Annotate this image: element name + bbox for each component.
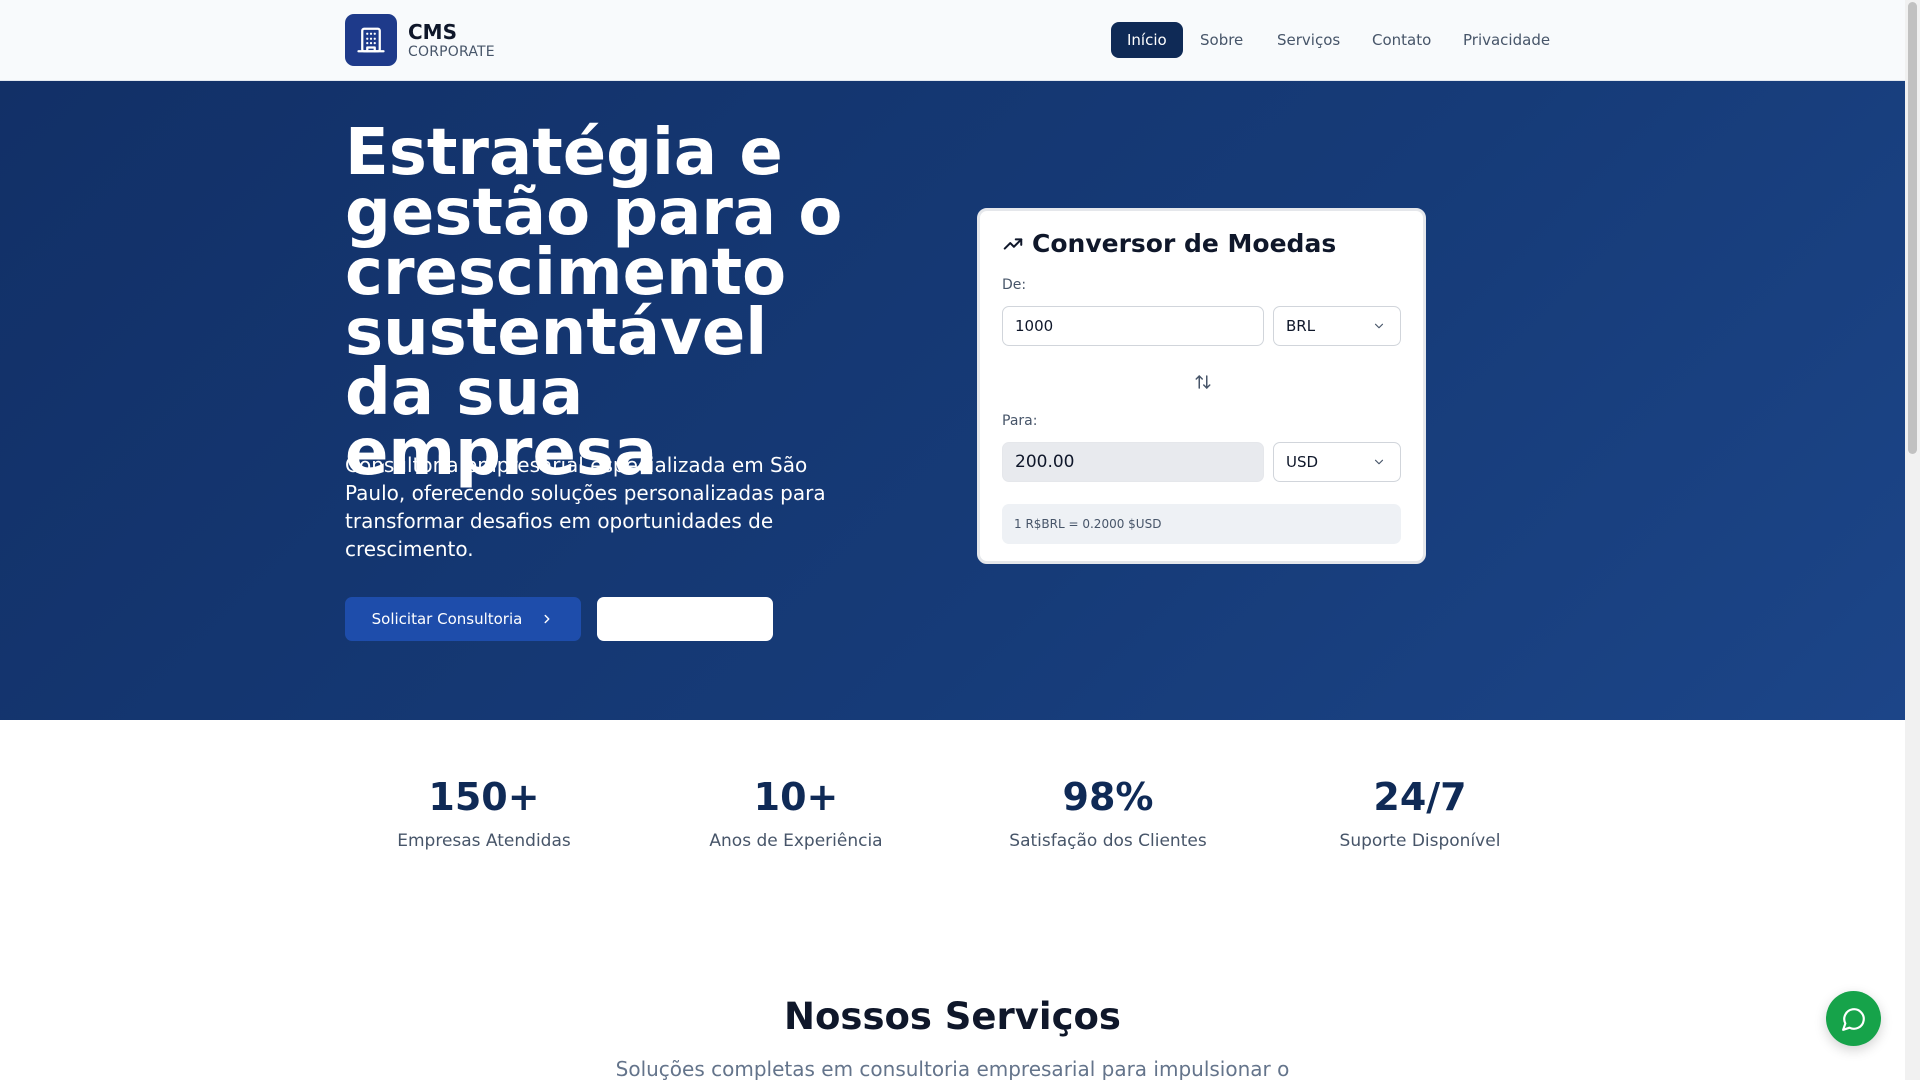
hero-title-line: crescimento — [345, 236, 787, 310]
stat-label: Suporte Disponível — [1339, 831, 1501, 851]
stat-value: 10+ — [753, 775, 839, 819]
hero-title-line: sustentável — [345, 296, 768, 370]
nav-item-servicos[interactable]: Serviços — [1261, 22, 1356, 58]
services-subtitle: Soluções completas em consultoria empres… — [615, 1057, 1290, 1080]
nav-item-inicio[interactable]: Início — [1111, 22, 1183, 58]
message-circle-icon — [1841, 1007, 1865, 1031]
stat-item: 10+ Anos de Experiência — [646, 775, 946, 851]
stat-item: 150+ Empresas Atendidas — [334, 775, 634, 851]
hero-section: Estratégia e gestão para o crescimento s… — [0, 81, 1905, 720]
site-header: CMS CORPORATE Início Sobre Serviços Cont… — [0, 0, 1905, 81]
swap-vertical-icon — [1195, 375, 1211, 389]
hero-description: Consultoria empresarial especializada em… — [345, 453, 826, 561]
trending-up-icon — [1003, 237, 1023, 250]
from-currency-value: BRL — [1286, 317, 1316, 335]
currency-converter-card: Conversor de Moedas De: BRL Para: USD 1 … — [977, 208, 1426, 564]
stat-value: 24/7 — [1373, 775, 1467, 819]
stat-value: 150+ — [428, 775, 540, 819]
stat-item: 24/7 Suporte Disponível — [1270, 775, 1570, 851]
logo[interactable] — [345, 14, 397, 66]
secondary-button[interactable] — [597, 597, 773, 641]
brand-subtitle: CORPORATE — [408, 44, 495, 60]
page-scrollbar[interactable] — [1905, 0, 1920, 1080]
stat-label: Empresas Atendidas — [397, 831, 571, 851]
swap-currencies-button[interactable] — [1189, 368, 1217, 396]
chevron-down-icon — [1374, 323, 1384, 329]
scrollbar-thumb[interactable] — [1908, 2, 1917, 454]
nav-item-privacidade[interactable]: Privacidade — [1447, 22, 1566, 58]
request-consultation-button[interactable]: Solicitar Consultoria — [345, 597, 581, 641]
brand-name: CMS — [408, 20, 457, 44]
chat-button[interactable] — [1826, 991, 1881, 1046]
exchange-rate-text: 1 R$BRL = 0.2000 $USD — [1002, 504, 1401, 544]
building-icon — [357, 27, 385, 53]
hero-title: Estratégia e gestão para o crescimento s… — [345, 116, 905, 485]
from-amount-input[interactable] — [1002, 306, 1264, 346]
from-currency-select[interactable]: BRL — [1273, 306, 1401, 346]
hero-title-line: Estratégia e — [345, 116, 783, 190]
to-currency-select[interactable]: USD — [1273, 442, 1401, 482]
services-title: Nossos Serviços — [784, 995, 1121, 1038]
stat-label: Satisfação dos Clientes — [1009, 831, 1207, 851]
stat-value: 98% — [1062, 775, 1154, 819]
nav-item-contato[interactable]: Contato — [1356, 22, 1447, 58]
to-currency-value: USD — [1286, 453, 1319, 471]
converter-title: Conversor de Moedas — [1002, 229, 1336, 258]
to-amount-output — [1002, 442, 1264, 482]
converter-title-text: Conversor de Moedas — [1032, 229, 1337, 258]
stat-label: Anos de Experiência — [709, 831, 883, 851]
request-consultation-label: Solicitar Consultoria — [371, 610, 523, 628]
stat-item: 98% Satisfação dos Clientes — [958, 775, 1258, 851]
hero-title-line: gestão para o — [345, 176, 843, 250]
chevron-right-icon — [544, 614, 550, 624]
to-label: Para: — [1002, 413, 1038, 429]
chevron-down-icon — [1374, 459, 1384, 465]
from-label: De: — [1002, 277, 1027, 293]
nav-item-sobre[interactable]: Sobre — [1184, 22, 1259, 58]
